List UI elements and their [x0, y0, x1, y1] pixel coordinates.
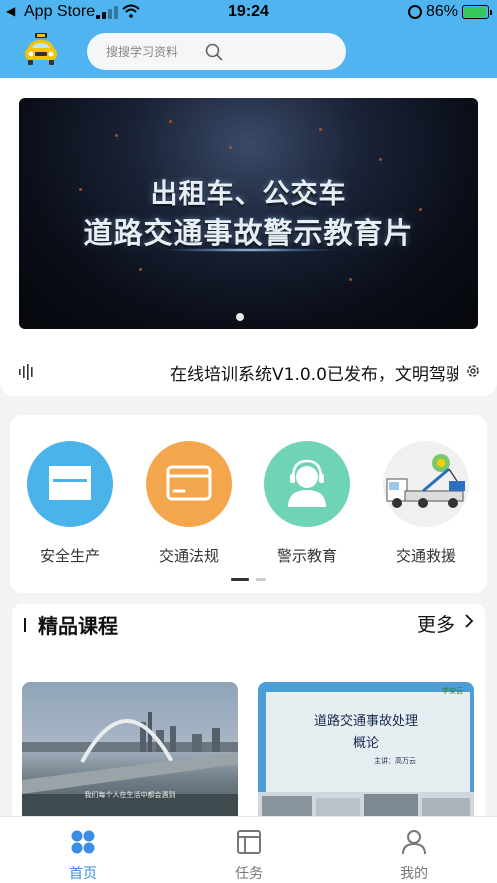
notice-marquee[interactable]: 在线培训系统V1.0.0已发布，文明驾驶 [170, 360, 458, 385]
battery-percent: 86% [426, 3, 459, 20]
courses-section: 精品课程 更多 我们每个人在生活中都会遇到 学安云 道路交通事故处理 概论 主讲… [12, 604, 485, 816]
clock: 19:24 [228, 3, 269, 20]
banner-glow [159, 248, 339, 252]
tab-label: 首页 [69, 866, 97, 882]
orientation-lock-icon [408, 5, 422, 19]
tow-truck-icon [386, 454, 465, 508]
category-pager-dot[interactable] [256, 578, 266, 581]
section-marker [24, 618, 26, 632]
category-label: 警示教育 [276, 547, 337, 565]
category-label: 交通法规 [158, 547, 219, 565]
course-caption: 我们每个人在生活中都会遇到 [84, 791, 176, 799]
course-thumbnail[interactable]: 我们每个人在生活中都会遇到 [22, 682, 238, 816]
chevron-right-icon[interactable] [463, 614, 475, 628]
category-circle[interactable] [27, 441, 113, 527]
section-title: 精品课程 [38, 614, 118, 638]
banner-section: 出租车、公交车 道路交通事故警示教育片 在线培训系统V1.0.0已发布，文明驾驶 [0, 78, 497, 396]
category-pager-dot-active[interactable] [231, 578, 249, 581]
card-icon [166, 465, 212, 501]
storefront-icon [49, 466, 91, 500]
tab-bar: 首页 任务 我的 [0, 816, 497, 883]
tab-label: 任务 [235, 866, 263, 882]
building-strip-image [258, 792, 474, 816]
category-circle[interactable] [383, 441, 469, 527]
banner-title-line1: 出租车、公交车 [150, 179, 347, 210]
category-label: 安全生产 [39, 547, 100, 565]
search-input[interactable]: 搜搜学习资料 [106, 43, 178, 60]
category-label: 交通救援 [395, 547, 456, 565]
search-bar[interactable]: 搜搜学习资料 [87, 33, 346, 70]
tab-label: 我的 [400, 866, 428, 882]
category-circle[interactable] [264, 441, 350, 527]
category-traffic-rescue[interactable]: 交通救援 [383, 441, 469, 566]
tab-tasks[interactable]: 任务 [209, 829, 289, 883]
course-lecturer: 主讲：高万云 [374, 757, 416, 765]
course-logo: 学安云 [442, 687, 463, 695]
home-grid-icon [71, 830, 95, 854]
category-traffic-laws[interactable]: 交通法规 [146, 441, 232, 566]
taxi-logo-icon[interactable] [22, 31, 60, 69]
battery-icon [462, 5, 492, 19]
status-bar: ◀ App Store 19:24 86% [0, 0, 497, 26]
category-safety-production[interactable]: 安全生产 [27, 441, 113, 566]
tab-profile[interactable]: 我的 [374, 829, 454, 883]
course-thumbnail[interactable]: 学安云 道路交通事故处理 概论 主讲：高万云 [258, 682, 474, 816]
header-bar: ◀ App Store 19:24 86% 搜搜学习资料 [0, 0, 497, 78]
search-icon[interactable] [204, 42, 224, 62]
tab-home[interactable]: 首页 [43, 829, 123, 883]
banner-carousel[interactable]: 出租车、公交车 道路交通事故警示教育片 [19, 98, 478, 329]
task-board-icon [237, 830, 261, 854]
person-headset-icon [288, 459, 326, 507]
course-title-line2: 概论 [352, 736, 379, 751]
profile-icon [402, 830, 426, 855]
category-section: 安全生产 交通法规 警示教育 交通救援 [10, 415, 487, 593]
course-title-line1: 道路交通事故处理 [313, 714, 418, 729]
banner-page-indicator[interactable] [236, 313, 244, 321]
category-warning-education[interactable]: 警示教育 [264, 441, 350, 566]
banner-title-line2: 道路交通事故警示教育片 [83, 216, 414, 250]
category-circle[interactable] [146, 441, 232, 527]
gear-icon[interactable] [465, 363, 481, 379]
more-link[interactable]: 更多 [417, 610, 455, 637]
audio-wave-icon [19, 364, 33, 380]
